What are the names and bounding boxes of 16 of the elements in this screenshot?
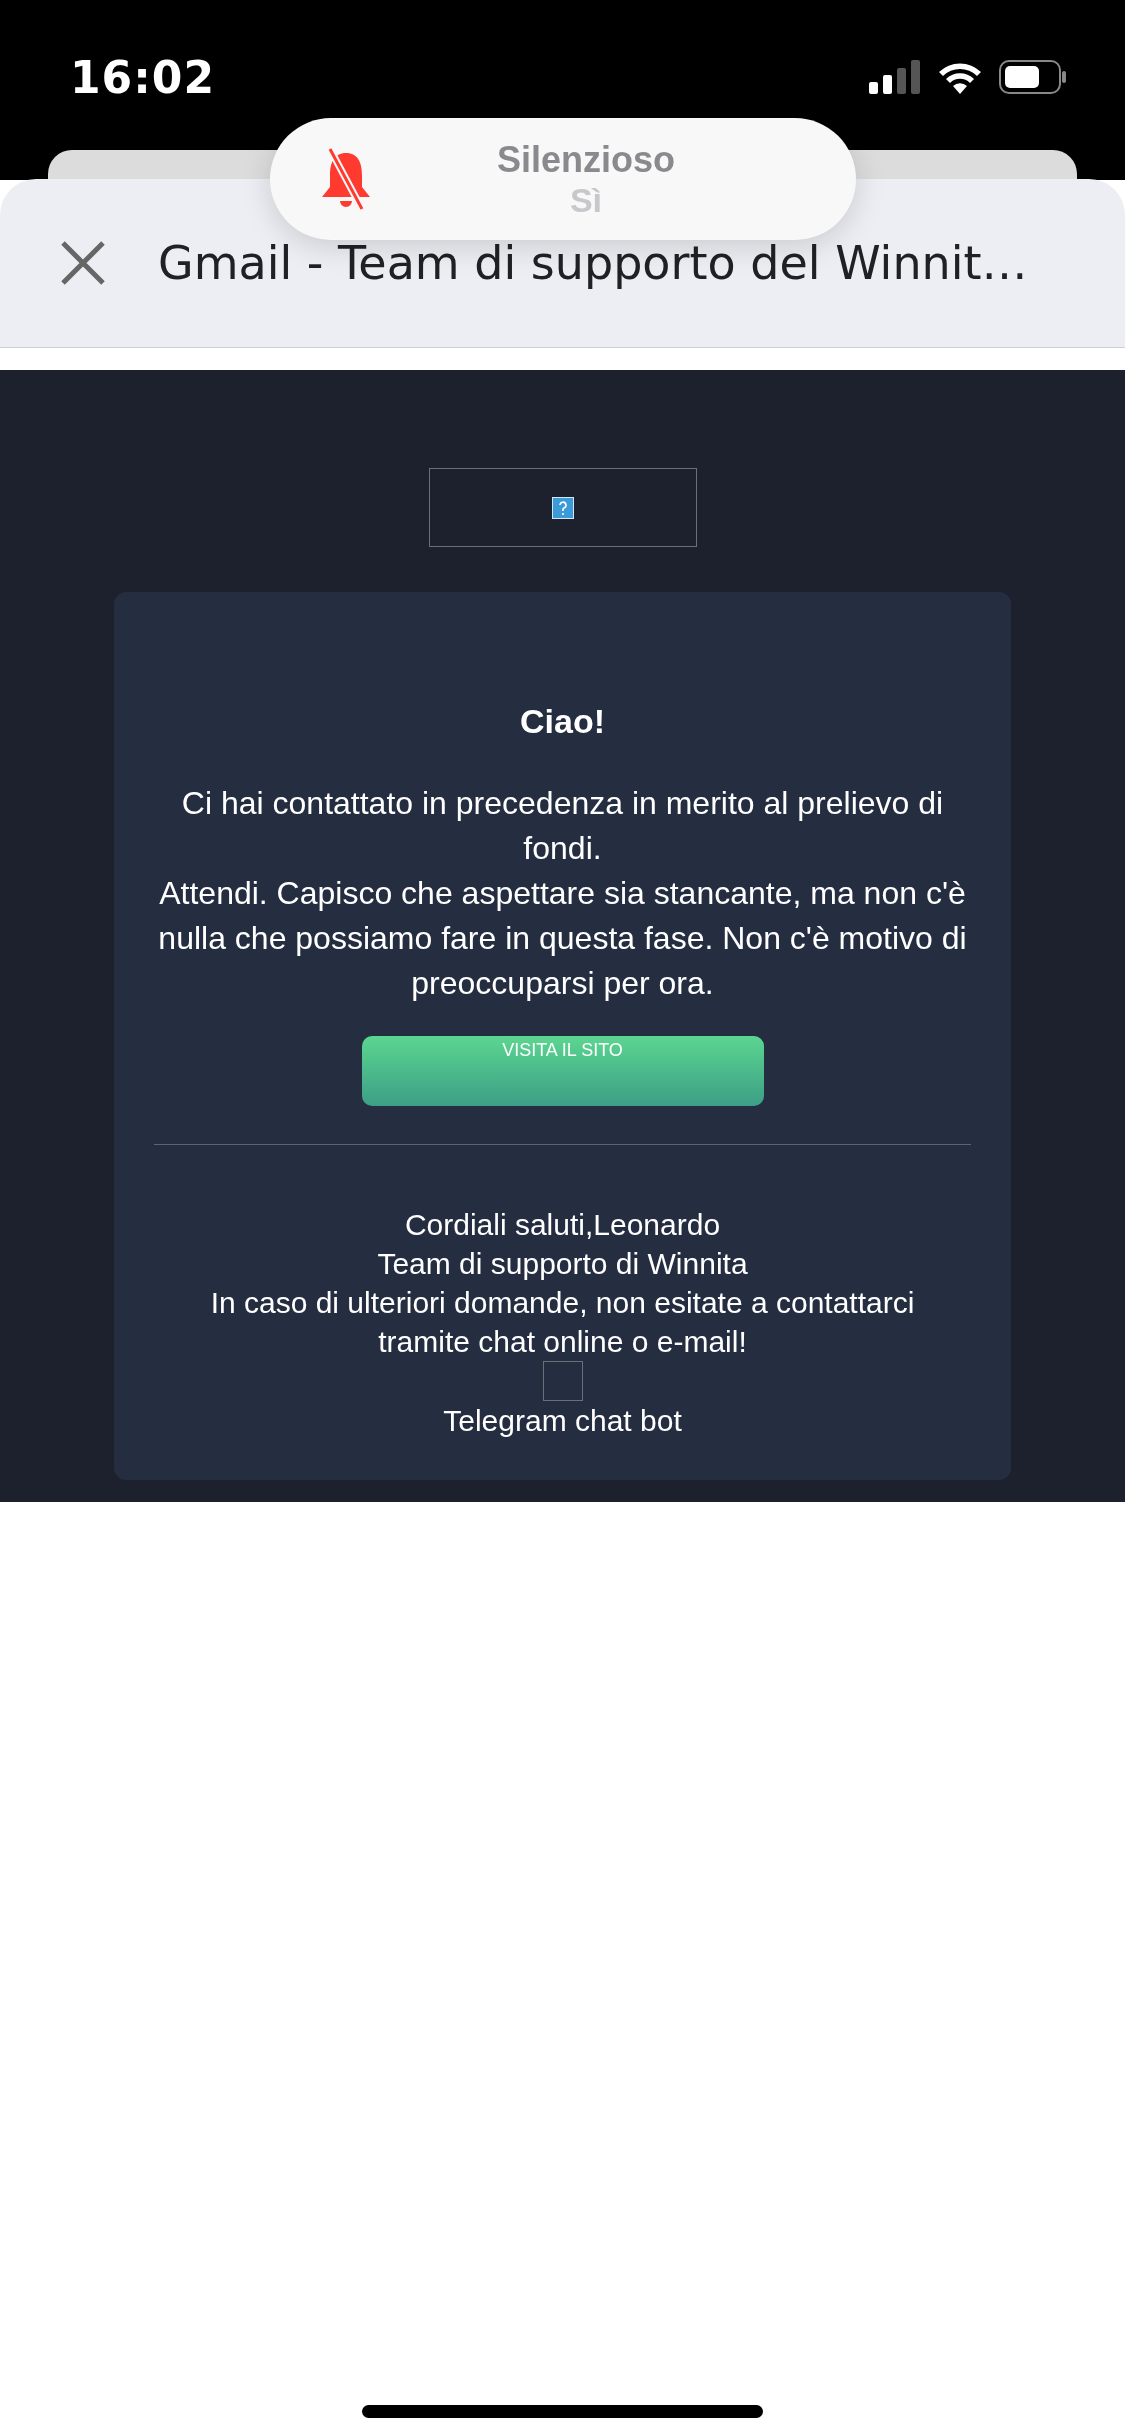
signal-icon (869, 60, 921, 94)
greeting: Ciao! (520, 702, 605, 741)
message-paragraph: Ci hai contattato in precedenza in merito al prelievo di fondi. (180, 784, 945, 868)
wifi-icon (937, 60, 983, 94)
status-time: 16:02 (70, 52, 216, 103)
signature-line: In caso di ulteriori domande, non esitate a contattarci tramite chat online o e-mail! (209, 1285, 916, 1360)
telegram-link[interactable]: Telegram chat bot (443, 1401, 682, 1440)
battery-icon (999, 60, 1067, 94)
banner-title: Silenzioso (497, 138, 675, 181)
broken-image-icon (551, 496, 574, 519)
signature-line: Team di supporto di Winnita (376, 1246, 749, 1282)
close-icon[interactable] (60, 240, 106, 286)
signature-line: Cordiali saluti,Leonardo (403, 1207, 722, 1243)
page-title: Gmail - Team di supporto del Winnit… (158, 236, 1028, 290)
image-placeholder (542, 1361, 583, 1401)
message-paragraph: Attendi. Capisco che aspettare sia stancante, ma non c'è nulla che possiamo fare in questa fase. Non c'è motivo di preoccuparsi per ora. (157, 874, 968, 1003)
